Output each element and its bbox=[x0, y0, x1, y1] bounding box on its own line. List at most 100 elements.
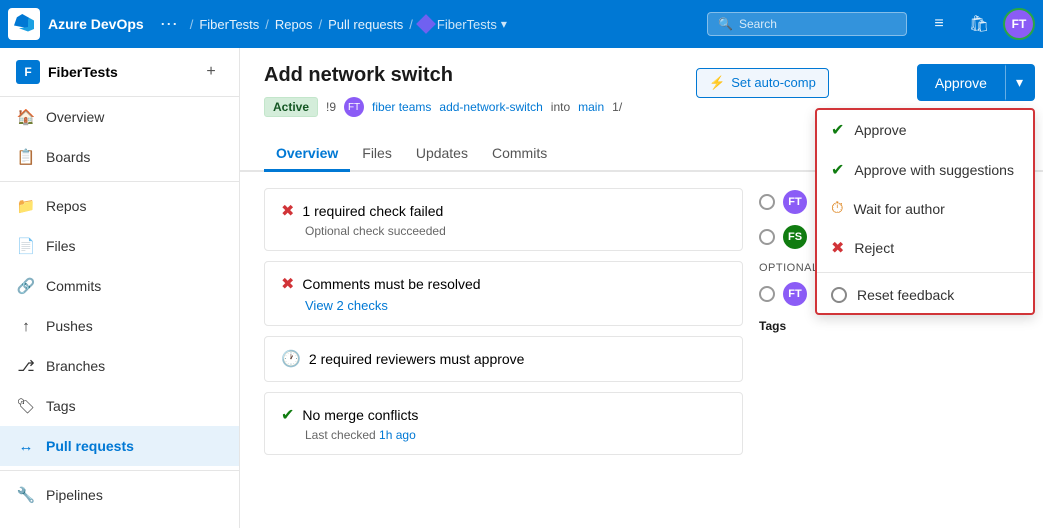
check-subtitle: Last checked 1h ago bbox=[305, 428, 726, 442]
checks-column: ✖ 1 required check failed Optional check… bbox=[264, 188, 743, 465]
check-subtitle: Optional check succeeded bbox=[305, 224, 726, 238]
status-badge: Active bbox=[264, 97, 318, 117]
approve-dropdown-menu: ✔ Approve ✔ Approve with suggestions ⏱ W… bbox=[815, 108, 1035, 315]
sidebar-item-repos[interactable]: 📁 Repos bbox=[0, 186, 239, 226]
sidebar-item-overview[interactable]: 🏠 Overview bbox=[0, 97, 239, 137]
dropdown-wait-author[interactable]: ⏱ Wait for author bbox=[817, 190, 1033, 228]
error-icon: ✖ bbox=[281, 201, 294, 221]
check-title: 1 required check failed bbox=[302, 203, 443, 219]
breadcrumb-fibertests[interactable]: FiberTests bbox=[199, 17, 259, 32]
tab-commits[interactable]: Commits bbox=[480, 137, 559, 172]
tags-label: Tags bbox=[759, 319, 1019, 333]
tab-overview[interactable]: Overview bbox=[264, 137, 350, 172]
into-text: into bbox=[551, 100, 570, 114]
tab-files[interactable]: Files bbox=[350, 137, 404, 172]
clock-orange-icon: ⏱ bbox=[831, 200, 843, 218]
boards-icon: 📋 bbox=[16, 147, 36, 167]
diamond-icon bbox=[416, 14, 436, 34]
overview-icon: 🏠 bbox=[16, 107, 36, 127]
top-nav: Azure DevOps ⋯ / FiberTests / Repos / Pu… bbox=[0, 0, 1043, 48]
project-avatar: F bbox=[16, 60, 40, 84]
sidebar-item-boards[interactable]: 📋 Boards bbox=[0, 137, 239, 177]
approve-dropdown-button[interactable]: ▾ bbox=[1005, 64, 1035, 101]
check-title: 2 required reviewers must approve bbox=[309, 351, 525, 367]
pushes-icon: ↑ bbox=[16, 316, 36, 336]
azure-devops-logo[interactable] bbox=[8, 8, 40, 40]
dropdown-approve-suggestions[interactable]: ✔ Approve with suggestions bbox=[817, 150, 1033, 190]
error-icon: ✖ bbox=[281, 274, 294, 294]
sidebar-item-files[interactable]: 📄 Files bbox=[0, 226, 239, 266]
author-avatar: FT bbox=[344, 97, 364, 117]
autocomplete-icon: ⚡ bbox=[709, 75, 725, 91]
files-icon: 📄 bbox=[16, 236, 36, 256]
sidebar-item-pullrequests[interactable]: ↔ Pull requests bbox=[0, 426, 239, 466]
approve-button-group: Approve ▾ bbox=[917, 64, 1035, 101]
set-autocomplete-button[interactable]: ⚡ Set auto-comp bbox=[696, 68, 829, 98]
reviewer-avatar: FT bbox=[783, 190, 807, 214]
add-project-button[interactable]: + bbox=[199, 60, 223, 84]
reviewer-radio bbox=[759, 194, 775, 210]
reviewer-radio bbox=[759, 229, 775, 245]
breadcrumb-repos[interactable]: Repos bbox=[275, 17, 313, 32]
author-team-link[interactable]: fiber teams bbox=[372, 100, 431, 114]
approve-button[interactable]: Approve bbox=[917, 64, 1005, 101]
pipelines-icon: 🔧 bbox=[16, 485, 36, 505]
check-title: No merge conflicts bbox=[302, 407, 418, 423]
breadcrumb-active[interactable]: FiberTests ▾ bbox=[419, 17, 507, 32]
circle-empty-icon bbox=[831, 287, 847, 303]
settings-icon[interactable]: ≡ bbox=[923, 8, 955, 40]
check-green-icon: ✔ bbox=[831, 160, 844, 180]
breadcrumb-pullrequests[interactable]: Pull requests bbox=[328, 17, 403, 32]
sidebar-item-tags[interactable]: 🏷 Tags bbox=[0, 386, 239, 426]
top-nav-icons: ≡ 🛍 FT bbox=[923, 8, 1035, 40]
avatar[interactable]: FT bbox=[1003, 8, 1035, 40]
reviewer-radio bbox=[759, 286, 775, 302]
check-comments: ✖ Comments must be resolved View 2 check… bbox=[264, 261, 743, 326]
main-content: Add network switch Active !9 FT fiber te… bbox=[240, 48, 1043, 528]
sidebar-item-commits[interactable]: 🔗 Commits bbox=[0, 266, 239, 306]
pr-date: 1/ bbox=[612, 100, 622, 114]
sidebar-item-pipelines[interactable]: 🔧 Pipelines bbox=[0, 475, 239, 515]
dropdown-reset-feedback[interactable]: Reset feedback bbox=[817, 277, 1033, 313]
tab-updates[interactable]: Updates bbox=[404, 137, 480, 172]
repos-icon: 📁 bbox=[16, 196, 36, 216]
check-required-failed: ✖ 1 required check failed Optional check… bbox=[264, 188, 743, 251]
success-icon: ✔ bbox=[281, 405, 294, 425]
x-red-icon: ✖ bbox=[831, 238, 844, 258]
info-icon: 🕐 bbox=[281, 349, 301, 369]
breadcrumb: / FiberTests / Repos / Pull requests / F… bbox=[190, 17, 507, 32]
check-green-icon: ✔ bbox=[831, 120, 844, 140]
pullrequests-icon: ↔ bbox=[16, 436, 36, 456]
project-name: F FiberTests bbox=[16, 60, 118, 84]
notifications-icon[interactable]: 🛍 bbox=[963, 8, 995, 40]
check-title: Comments must be resolved bbox=[302, 276, 480, 292]
dropdown-reject[interactable]: ✖ Reject bbox=[817, 228, 1033, 268]
check-header: 🕐 2 required reviewers must approve bbox=[281, 349, 726, 369]
tags-icon: 🏷 bbox=[16, 396, 36, 416]
check-header: ✔ No merge conflicts bbox=[281, 405, 726, 425]
brand-name: Azure DevOps bbox=[48, 16, 144, 32]
check-header: ✖ Comments must be resolved bbox=[281, 274, 726, 294]
dropdown-divider bbox=[817, 272, 1033, 273]
sidebar-item-branches[interactable]: ⎇ Branches bbox=[0, 346, 239, 386]
sidebar-project-header: F FiberTests + bbox=[0, 48, 239, 97]
approve-container: Approve ▾ ✔ Approve ✔ Approve with sugge… bbox=[917, 64, 1035, 101]
pr-comment-count: !9 bbox=[326, 100, 336, 114]
tags-section: Tags bbox=[759, 319, 1019, 333]
sidebar: F FiberTests + 🏠 Overview 📋 Boards 📁 Rep… bbox=[0, 48, 240, 528]
reviewer-avatar: FS bbox=[783, 225, 807, 249]
search-icon: 🔍 bbox=[718, 17, 733, 31]
view-checks-link[interactable]: View 2 checks bbox=[305, 298, 388, 313]
reviewer-avatar: FT bbox=[783, 282, 807, 306]
search-box[interactable]: 🔍 Search bbox=[707, 12, 907, 36]
target-branch-link[interactable]: main bbox=[578, 100, 604, 114]
source-branch-link[interactable]: add-network-switch bbox=[439, 100, 542, 114]
action-buttons: ⚡ Set auto-comp Approve ▾ ✔ Approve ✔ Ap… bbox=[696, 64, 1035, 101]
more-options-icon[interactable]: ⋯ bbox=[160, 14, 178, 35]
check-merge-conflicts: ✔ No merge conflicts Last checked 1h ago bbox=[264, 392, 743, 455]
check-reviewers: 🕐 2 required reviewers must approve bbox=[264, 336, 743, 382]
sidebar-item-pushes[interactable]: ↑ Pushes bbox=[0, 306, 239, 346]
dropdown-approve[interactable]: ✔ Approve bbox=[817, 110, 1033, 150]
branches-icon: ⎇ bbox=[16, 356, 36, 376]
app-layout: F FiberTests + 🏠 Overview 📋 Boards 📁 Rep… bbox=[0, 48, 1043, 528]
